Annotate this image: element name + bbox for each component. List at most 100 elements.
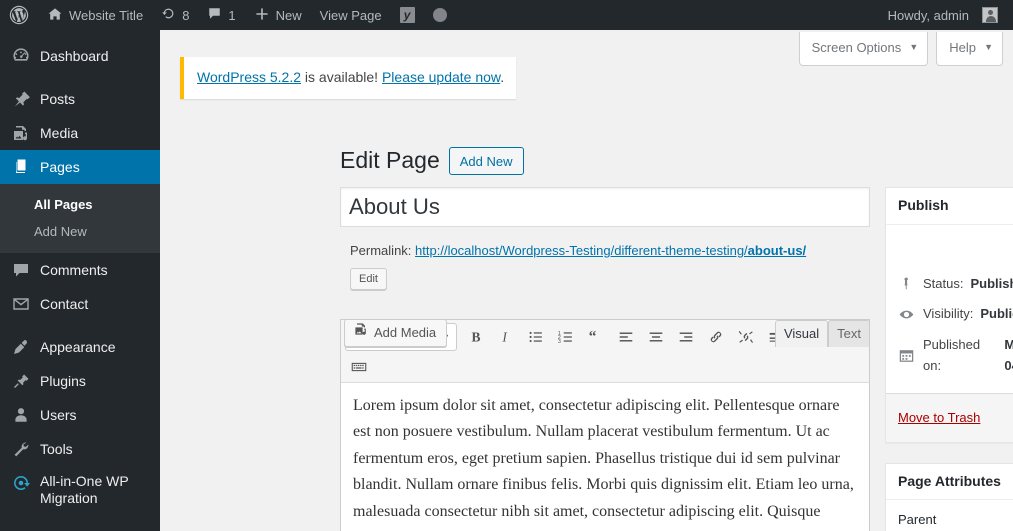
user-avatar-icon	[982, 7, 998, 23]
pages-icon	[11, 157, 31, 177]
yoast-seo-icon: y	[399, 7, 415, 23]
page-attributes-metabox: Page Attributes ▲ Parent (no parent) ▼	[885, 462, 1013, 531]
publish-metabox: Publish ▲ Preview Changes Status: Publis…	[885, 187, 1013, 443]
toolbar-toggle-icon[interactable]	[344, 352, 374, 382]
my-account-menu[interactable]: Howdy, admin	[879, 0, 1007, 30]
edit-permalink-button[interactable]: Edit	[350, 268, 387, 290]
screen-options-button[interactable]: Screen Options	[798, 32, 929, 66]
sidebar-item-label: Appearance	[40, 338, 116, 355]
wordpress-logo-icon	[9, 5, 29, 25]
sidebar-item-media[interactable]: Media	[0, 116, 160, 150]
sidebar-item-contact[interactable]: Contact	[0, 287, 160, 321]
sidebar-item-label: Users	[40, 406, 77, 423]
bulleted-list-icon[interactable]	[521, 322, 551, 352]
status-label: Status:	[923, 275, 964, 291]
sidebar-item-dashboard[interactable]: Dashboard	[0, 39, 160, 73]
published-label: Published on:	[923, 337, 981, 373]
blockquote-icon[interactable]: “	[581, 322, 611, 352]
sidebar-item-comments[interactable]: Comments	[0, 253, 160, 287]
italic-icon[interactable]: I	[491, 322, 521, 352]
editor-content-area[interactable]: Lorem ipsum dolor sit amet, consectetur …	[341, 383, 869, 531]
help-button[interactable]: Help	[936, 32, 1003, 66]
comment-bubble-icon	[207, 6, 222, 24]
tab-visual[interactable]: Visual	[774, 320, 829, 347]
status-value: Published	[970, 275, 1013, 291]
sidebar-item-label: Pages	[40, 158, 80, 175]
wordpress-version-link[interactable]: WordPress 5.2.2	[197, 69, 301, 85]
title-field-wrapper	[340, 187, 870, 227]
updates-count: 8	[182, 7, 190, 23]
tab-text[interactable]: Text	[828, 320, 870, 347]
align-left-icon[interactable]	[611, 322, 641, 352]
sidebar-item-label: Dashboard	[40, 47, 109, 64]
publish-actions: Move to Trash Update	[886, 392, 1013, 442]
content-area: Screen Options Help WordPress 5.2.2 is a…	[160, 30, 1013, 531]
editor-paragraph: Lorem ipsum dolor sit amet, consectetur …	[353, 397, 854, 531]
comments-menu[interactable]: 1	[198, 0, 244, 30]
sidebar-item-label: Comments	[40, 261, 108, 278]
pages-submenu: All Pages Add New	[0, 184, 160, 253]
status-row: Status: Published Edit	[898, 269, 1013, 300]
calendar-icon	[898, 347, 916, 364]
numbered-list-icon[interactable]: 123	[551, 322, 581, 352]
sidebar-item-appearance[interactable]: Appearance	[0, 330, 160, 364]
view-page-link[interactable]: View Page	[311, 0, 391, 30]
visibility-row: Visibility: Public Edit	[898, 299, 1013, 330]
unlink-icon[interactable]	[731, 322, 761, 352]
comments-count: 1	[228, 7, 236, 23]
sidebar-item-label: Contact	[40, 295, 89, 312]
please-update-now-link[interactable]: Please update now	[382, 69, 500, 85]
page-attributes-header: Page Attributes ▲	[886, 464, 1013, 501]
move-to-trash-link[interactable]: Move to Trash	[898, 410, 980, 425]
sidebar-item-add-new-page[interactable]: Add New	[0, 218, 160, 245]
updates-menu[interactable]: 8	[152, 0, 198, 30]
page-title-input[interactable]	[340, 187, 870, 227]
permalink-slug: about-us/	[747, 243, 807, 258]
wrench-icon	[11, 439, 31, 459]
sidebar-item-label: Media	[40, 124, 79, 141]
new-label: New	[275, 7, 302, 23]
plug-icon	[11, 371, 31, 391]
publish-metabox-header: Publish ▲	[886, 188, 1013, 225]
admin-bar: Website Title 8 1 New View Page y Howdy,…	[0, 0, 1013, 30]
migration-icon	[11, 473, 31, 493]
status-dot-menu[interactable]	[424, 0, 456, 30]
page-header: Edit Page Add New	[340, 146, 524, 176]
align-center-icon[interactable]	[641, 322, 671, 352]
add-new-page-button[interactable]: Add New	[448, 146, 524, 175]
sidebar-item-all-in-one-wp-migration[interactable]: All-in-One WP Migration	[0, 466, 160, 510]
permalink-base: http://localhost/Wordpress-Testing/diffe…	[415, 243, 748, 258]
comment-icon	[11, 260, 31, 280]
publish-metabox-body: Preview Changes Status: Published Edit V…	[886, 225, 1013, 393]
sidebar-item-plugins[interactable]: Plugins	[0, 364, 160, 398]
sidebar-item-posts[interactable]: Posts	[0, 82, 160, 116]
bold-icon[interactable]: B	[461, 322, 491, 352]
paintbrush-icon	[11, 337, 31, 357]
add-media-button[interactable]: Add Media	[344, 319, 448, 347]
update-notice: WordPress 5.2.2 is available! Please upd…	[180, 57, 517, 99]
new-content-menu[interactable]: New	[245, 0, 311, 30]
add-media-label: Add Media	[374, 325, 437, 340]
media-icon	[353, 320, 369, 346]
permalink-link[interactable]: http://localhost/Wordpress-Testing/diffe…	[415, 243, 806, 258]
updates-icon	[161, 6, 176, 24]
sidebar-item-users[interactable]: Users	[0, 398, 160, 432]
published-value: Mar 19, 2017 @ 04:53	[1004, 337, 1013, 373]
editor-frame: Paragraph ▼ B I 123	[340, 319, 870, 531]
envelope-icon	[11, 294, 31, 314]
user-icon	[11, 405, 31, 425]
align-right-icon[interactable]	[671, 322, 701, 352]
link-icon[interactable]	[701, 322, 731, 352]
publish-metabox-title: Publish	[898, 197, 949, 213]
published-on-row: Published on: Mar 19, 2017 @ 04:53 Edit	[898, 330, 1013, 382]
pin-post-icon	[898, 275, 916, 292]
yoast-seo-menu[interactable]: y	[391, 0, 424, 30]
howdy-label: Howdy, admin	[887, 7, 969, 23]
wp-logo-menu[interactable]	[0, 0, 38, 30]
sidebar-item-all-pages[interactable]: All Pages	[0, 191, 160, 218]
sidebar-metaboxes: Publish ▲ Preview Changes Status: Publis…	[885, 187, 1013, 531]
grey-status-dot-icon	[432, 8, 447, 22]
sidebar-item-pages[interactable]: Pages	[0, 150, 168, 184]
site-name-menu[interactable]: Website Title	[38, 0, 152, 30]
sidebar-item-tools[interactable]: Tools	[0, 432, 160, 466]
